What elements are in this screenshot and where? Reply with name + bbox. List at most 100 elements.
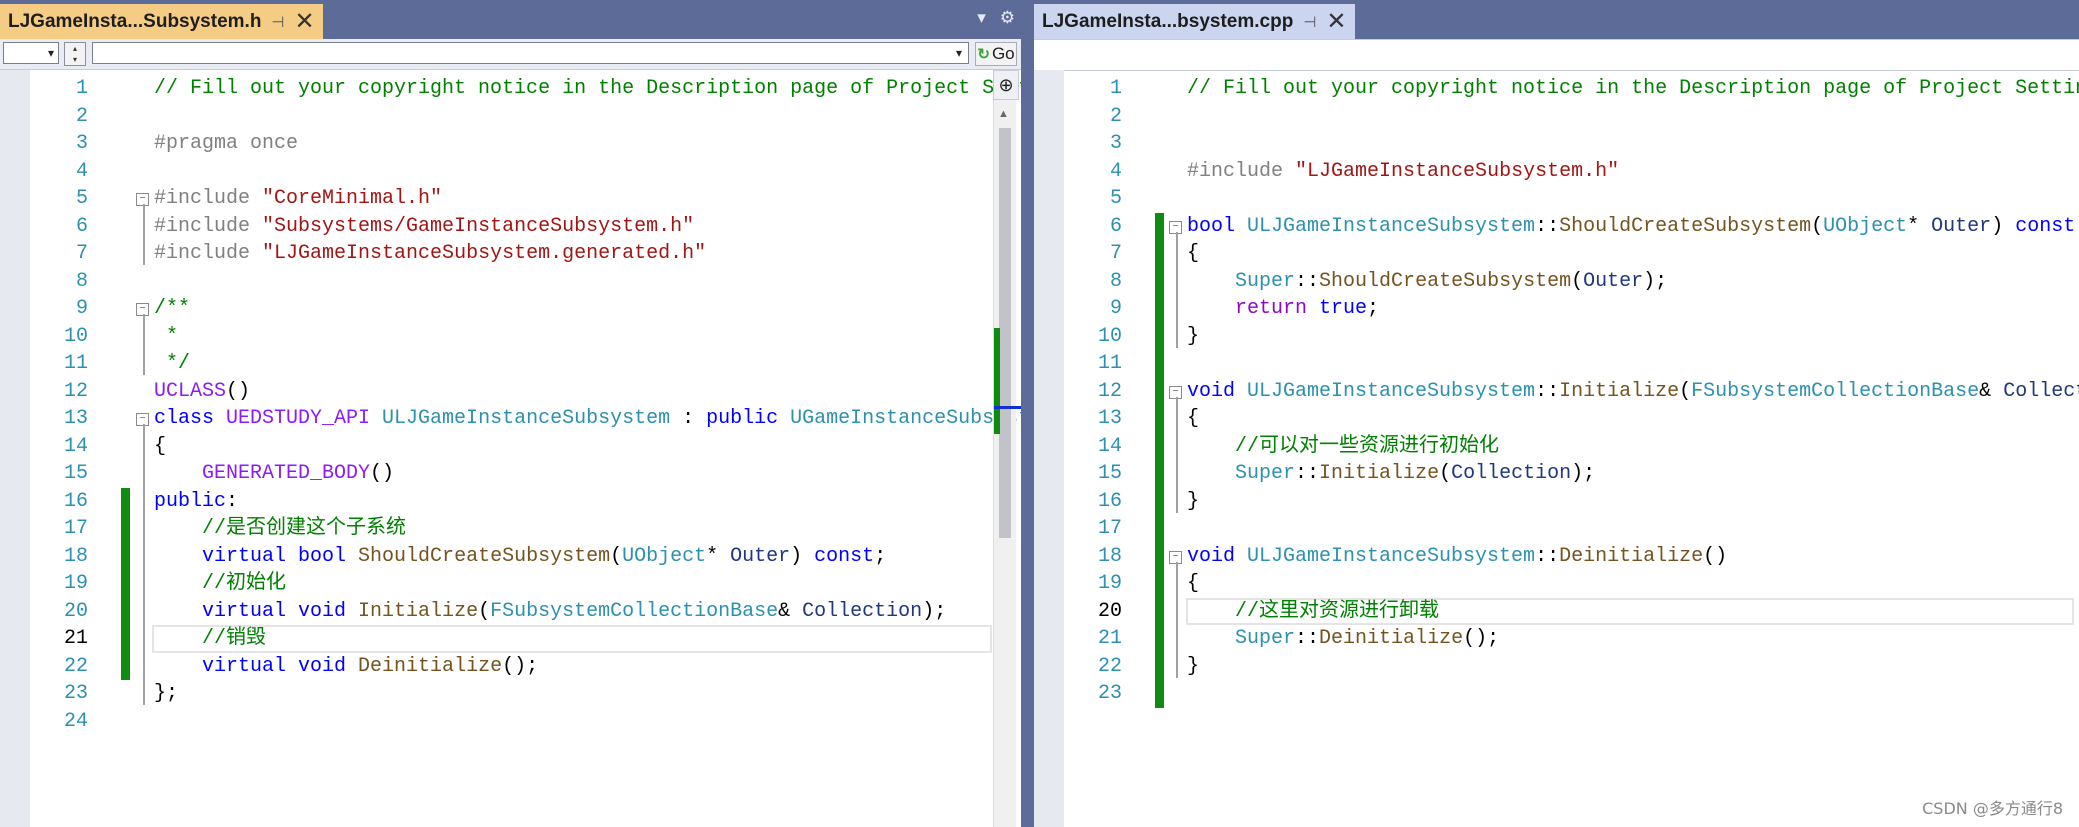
code-line[interactable]: 16 public: [0, 488, 1021, 515]
tab-subsystem-cpp[interactable]: LJGameInsta...bsystem.cpp ⊣ ✕ [1034, 4, 1355, 39]
line-number: 17 [63, 517, 88, 540]
go-button[interactable]: ↻ Go [975, 42, 1017, 66]
code-line[interactable]: 13− class UEDSTUDY_API ULJGameInstanceSub… [0, 405, 1021, 432]
scope-combo[interactable]: ▾ [3, 42, 59, 64]
code-line[interactable]: 19 //初始化 [0, 570, 1021, 597]
scroll-up-icon[interactable]: ▲ [998, 108, 1009, 120]
code-line[interactable]: 11 */ [0, 350, 1021, 377]
code-line[interactable]: 6− bool ULJGameInstanceSubsystem::ShouldC… [1034, 213, 2079, 240]
line-number: 1 [75, 77, 88, 100]
tab-subsystem-header[interactable]: LJGameInsta...Subsystem.h ⊣ ✕ [0, 4, 323, 39]
code-line[interactable]: 17 //是否创建这个子系统 [0, 515, 1021, 542]
code-line[interactable]: 3 #pragma once [0, 130, 1021, 157]
pane-splitter[interactable] [1021, 0, 1034, 827]
code-line[interactable]: 24 [0, 708, 1021, 735]
member-combo[interactable]: ▾ [92, 42, 969, 64]
code-line[interactable]: 2 [1034, 103, 2079, 130]
code-token: ULJGameInstanceSubsystem [382, 407, 671, 430]
code-line[interactable]: 5− #include "CoreMinimal.h" [0, 185, 1021, 212]
line-number: 13 [1097, 407, 1122, 430]
code-token: ; [874, 544, 887, 568]
gear-icon[interactable]: ⚙ [1000, 8, 1015, 28]
code-line[interactable]: 20 //这里对资源进行卸载 [1034, 597, 2079, 625]
code-text: // Fill out your copyright notice in the… [154, 75, 1021, 102]
code-line[interactable]: 14 //可以对一些资源进行初始化 [1034, 433, 2079, 460]
code-token: #include [154, 187, 263, 210]
code-line[interactable]: 2 [0, 103, 1021, 130]
code-line[interactable]: 15 Super::Initialize(Collection); [1034, 460, 2079, 487]
pin-icon[interactable]: ⊣ [1303, 13, 1316, 31]
code-line[interactable]: 21 //销毁 [0, 625, 1021, 653]
code-editor-left[interactable]: 1 // Fill out your copyright notice in th… [0, 70, 1021, 827]
code-token: ( [610, 544, 623, 568]
code-text: bool ULJGameInstanceSubsystem::ShouldCre… [1187, 213, 2075, 240]
dropdown-arrow-icon[interactable]: ▾ [977, 8, 986, 28]
fold-guide [143, 424, 145, 705]
line-number: 15 [63, 462, 88, 485]
line-number: 9 [75, 297, 88, 320]
code-line[interactable]: 10} [1034, 323, 2079, 350]
code-line[interactable]: 17 [1034, 515, 2079, 542]
code-token: Super [1235, 627, 1296, 650]
code-line[interactable]: 7{ [1034, 240, 2079, 267]
code-line[interactable]: 1 // Fill out your copyright notice in th… [0, 75, 1021, 102]
code-line[interactable]: 6 #include "Subsystems/GameInstanceSubsys… [0, 213, 1021, 240]
code-line[interactable]: 18 virtual bool ShouldCreateSubsystem(UO… [0, 543, 1021, 570]
code-line[interactable]: 4 #include "LJGameInstanceSubsystem.h" [1034, 158, 2079, 185]
code-line[interactable]: 18− void ULJGameInstanceSubsystem::Deinit… [1034, 543, 2079, 570]
line-number: 5 [75, 187, 88, 210]
code-line[interactable]: 22 virtual void Deinitialize(); [0, 653, 1021, 680]
code-line[interactable]: 12− void ULJGameInstanceSubsystem::Initia… [1034, 378, 2079, 405]
spinner-control[interactable]: ▴ ▾ [64, 42, 86, 66]
code-line[interactable]: 9−/** [0, 295, 1021, 322]
code-text: return true; [1187, 295, 1379, 322]
pin-icon[interactable]: ⊣ [271, 13, 284, 31]
code-line[interactable]: 11 [1034, 350, 2079, 377]
code-token: Outer [1583, 269, 1644, 293]
close-icon[interactable]: ✕ [295, 9, 315, 34]
code-line[interactable]: 14 { [0, 433, 1021, 460]
code-line[interactable]: 16} [1034, 488, 2079, 515]
code-line[interactable]: 20 virtual void Initialize(FSubsystemCol… [0, 598, 1021, 625]
line-number: 23 [1097, 682, 1122, 705]
code-editor-right[interactable]: 1 // Fill out your copyright notice in th… [1034, 70, 2079, 827]
code-line[interactable]: 9 return true; [1034, 295, 2079, 322]
code-line[interactable]: 19 { [1034, 570, 2079, 597]
code-text: //初始化 [154, 570, 286, 597]
code-line[interactable]: 7 #include "LJGameInstanceSubsystem.gener… [0, 240, 1021, 267]
code-token: public [706, 407, 791, 430]
code-line[interactable]: 1 // Fill out your copyright notice in th… [1034, 75, 2079, 102]
code-token: Outer [730, 544, 791, 568]
code-line[interactable]: 13 { [1034, 405, 2079, 432]
code-line[interactable]: 22} [1034, 653, 2079, 680]
close-icon[interactable]: ✕ [1326, 9, 1346, 34]
line-number: 20 [63, 599, 88, 623]
navigation-bar: ▾ ▴ ▾ ▾ ↻ Go [0, 39, 1021, 70]
code-line[interactable]: 8 Super::ShouldCreateSubsystem(Outer); [1034, 268, 2079, 295]
code-token: Collection [802, 599, 923, 623]
tab-strip-tools: ▾ ⚙ [977, 8, 1015, 28]
code-token: * [154, 324, 179, 348]
scrollbar-thumb[interactable] [999, 128, 1011, 538]
code-line[interactable]: 5 [1034, 185, 2079, 212]
code-line[interactable]: 12 UCLASS() [0, 378, 1021, 405]
vertical-scrollbar[interactable]: ▲ [993, 70, 1021, 827]
code-line[interactable]: 21 Super::Deinitialize(); [1034, 625, 2079, 652]
code-text: { [1187, 240, 1199, 267]
code-text: } [1187, 488, 1199, 515]
code-token: virtual [202, 544, 299, 568]
code-line[interactable]: 8 [0, 268, 1021, 295]
code-line[interactable]: 23}; [0, 680, 1021, 707]
code-line[interactable]: 15 GENERATED_BODY() [0, 460, 1021, 487]
line-number: 2 [75, 104, 88, 128]
code-line[interactable]: 10 * [0, 323, 1021, 350]
code-text: //是否创建这个子系统 [154, 515, 406, 542]
code-token: Outer [1931, 214, 1992, 238]
code-line[interactable]: 4 [0, 158, 1021, 185]
split-window-icon[interactable]: ⊕ [993, 70, 1019, 100]
scroll-change-marker [994, 328, 1000, 434]
code-line[interactable]: 3 [1034, 130, 2079, 157]
code-line[interactable]: 23 [1034, 680, 2079, 707]
